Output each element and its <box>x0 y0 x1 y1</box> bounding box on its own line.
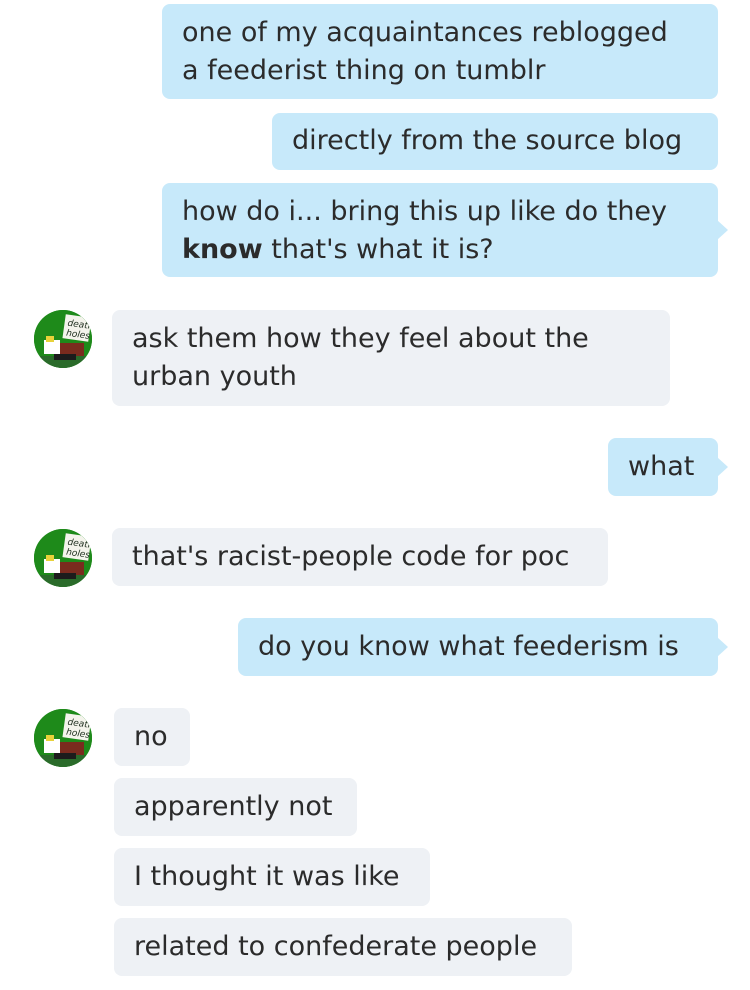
contact-avatar-image: death holes <box>34 529 92 587</box>
message-bubble-incoming[interactable]: related to confederate people <box>114 918 572 976</box>
message-line: no <box>134 721 168 752</box>
message-bubble-incoming[interactable]: that's racist-people code for poc <box>112 528 608 586</box>
message-bubble-outgoing[interactable]: one of my acquaintances reblogged a feed… <box>162 4 718 99</box>
message-line: urban youth <box>132 361 297 392</box>
message-line: related to confederate people <box>134 931 538 962</box>
message-line: I thought it was like <box>134 861 400 892</box>
message-bubble-outgoing[interactable]: do you know what feederism is <box>238 618 728 676</box>
contact-avatar[interactable]: death holes <box>34 310 92 368</box>
bold-word: know <box>182 234 263 265</box>
message-line-rest: that's what it is? <box>262 234 494 265</box>
message-line: ask them how they feel about the <box>132 323 589 354</box>
message-bubble-outgoing[interactable]: directly from the source blog <box>272 113 718 170</box>
message-line: one of my acquaintances reblogged <box>182 17 668 48</box>
message-bubble-incoming[interactable]: apparently not <box>114 778 357 836</box>
message-line: apparently not <box>134 791 333 822</box>
message-line: know that's what it is? <box>182 231 698 269</box>
bubble-tail <box>717 457 728 477</box>
bubble-tail <box>717 637 728 657</box>
message-line: do you know what feederism is <box>258 631 679 662</box>
message-bubble-incoming[interactable]: I thought it was like <box>114 848 430 906</box>
contact-avatar[interactable]: death holes <box>34 709 92 767</box>
message-line: directly from the source blog <box>292 125 683 156</box>
message-line: a feederist thing on tumblr <box>182 55 546 86</box>
message-line: what <box>628 451 695 482</box>
message-line: that's racist-people code for poc <box>132 541 570 572</box>
message-bubble-outgoing[interactable]: how do i... bring this up like do they k… <box>162 183 728 277</box>
contact-avatar[interactable]: death holes <box>34 529 92 587</box>
message-bubble-incoming[interactable]: no <box>114 708 190 766</box>
message-bubble-outgoing[interactable]: what <box>608 438 728 496</box>
message-line: how do i... bring this up like do they <box>182 196 668 227</box>
bubble-tail <box>717 220 728 240</box>
contact-avatar-image: death holes <box>34 709 92 767</box>
contact-avatar-image: death holes <box>34 310 92 368</box>
message-bubble-incoming[interactable]: ask them how they feel about the urban y… <box>112 310 670 406</box>
